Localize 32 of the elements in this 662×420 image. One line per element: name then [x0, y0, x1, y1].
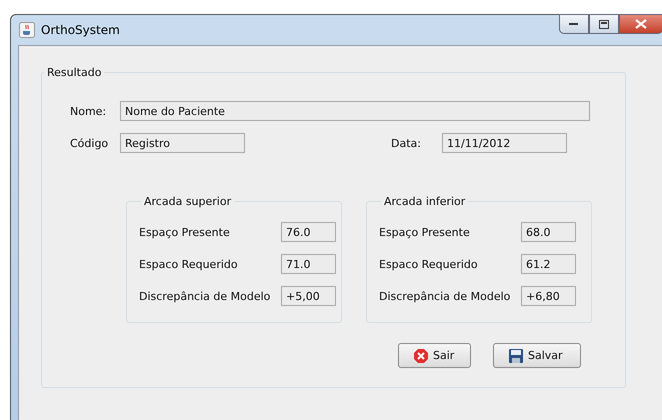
maximize-icon: [599, 20, 609, 28]
java-cup-icon: [19, 22, 35, 38]
measure-field[interactable]: 76.0: [281, 222, 336, 242]
code-label: Código: [70, 136, 110, 150]
measure-field[interactable]: +6,80: [521, 286, 576, 306]
measure-label: Espaço Presente: [379, 226, 471, 238]
date-field[interactable]: 11/11/2012: [442, 133, 567, 153]
minimize-icon: [569, 22, 579, 26]
measure-label: Espaço Presente: [139, 226, 231, 238]
arcade-title: Arcada superior: [143, 195, 232, 208]
measure-label: Discrepância de Modelo: [379, 290, 512, 302]
save-button[interactable]: Salvar: [493, 343, 581, 368]
name-field[interactable]: Nome do Paciente: [120, 101, 590, 121]
name-label: Nome:: [70, 104, 108, 118]
code-field[interactable]: Registro: [120, 133, 245, 153]
group-title: Resultado: [46, 66, 102, 79]
measure-label: Discrepância de Modelo: [139, 290, 272, 302]
close-icon: [413, 348, 429, 364]
exit-button[interactable]: Sair: [398, 343, 471, 368]
arcade-title: Arcada inferior: [383, 195, 466, 208]
measure-label: Espaco Requerido: [379, 258, 479, 270]
window-title: OrthoSystem: [41, 23, 120, 37]
measure-field[interactable]: 71.0: [281, 254, 336, 274]
maximize-button[interactable]: [589, 14, 619, 34]
measure-label: Espaco Requerido: [139, 258, 239, 270]
close-icon: [635, 19, 647, 29]
minimize-button[interactable]: [559, 14, 589, 34]
close-button[interactable]: [619, 14, 662, 34]
measure-field[interactable]: +5,00: [281, 286, 336, 306]
date-label: Data:: [391, 136, 422, 150]
measure-field[interactable]: 68.0: [521, 222, 576, 242]
measure-field[interactable]: 61.2: [521, 254, 576, 274]
